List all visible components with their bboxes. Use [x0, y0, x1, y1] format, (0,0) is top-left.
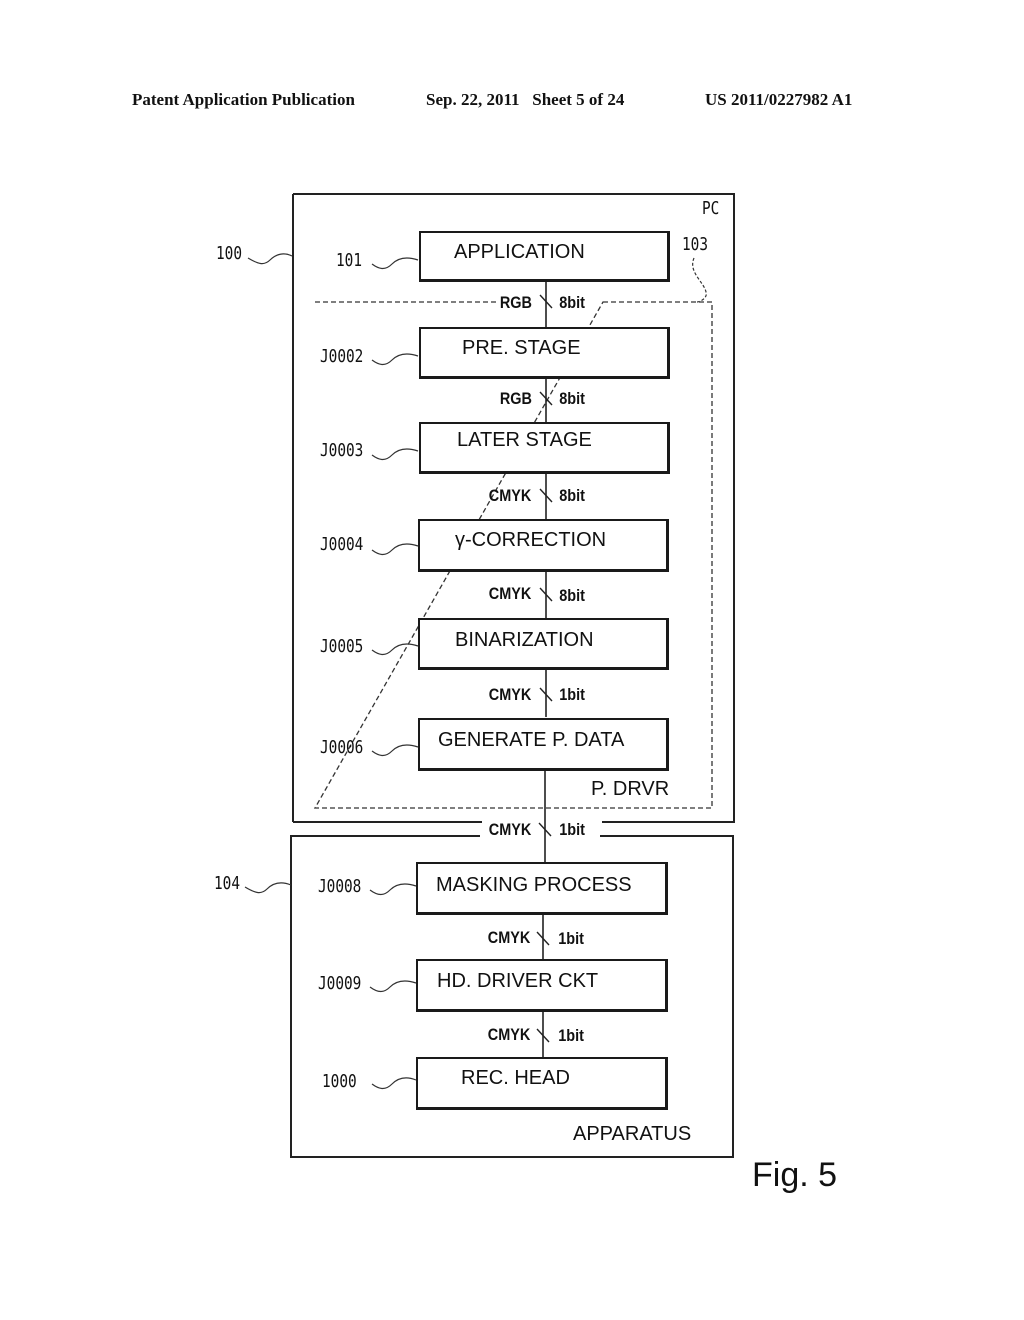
signal-format: CMYK — [488, 486, 532, 505]
signal-depth: 1bit — [559, 820, 585, 839]
signal-format: CMYK — [487, 1025, 531, 1044]
block-ref: J0003 — [320, 440, 364, 461]
group-label-pc: PC — [702, 198, 720, 219]
block-ref: J0004 — [320, 534, 364, 555]
ref-label-apparatus: 104 — [214, 873, 241, 894]
block-gamma-correction: γ-CORRECTION — [418, 519, 669, 572]
block-ref: J0002 — [320, 346, 364, 367]
block-ref: J0005 — [320, 636, 364, 657]
signal-format: CMYK — [488, 685, 532, 704]
ref-label-driver: 103 — [682, 234, 709, 255]
block-application: APPLICATION — [419, 231, 670, 282]
block-label: HD. DRIVER CKT — [437, 970, 599, 992]
signal-format: RGB — [499, 293, 532, 312]
block-label: GENERATE P. DATA — [438, 729, 625, 751]
block-head-driver-circuit: HD. DRIVER CKT — [416, 959, 668, 1012]
block-ref: 101 — [336, 250, 363, 271]
block-ref: 1000 — [322, 1071, 357, 1092]
block-ref: J0009 — [318, 973, 362, 994]
ref-103-leader — [692, 257, 707, 303]
block-label: PRE. STAGE — [462, 337, 581, 359]
signal-format: CMYK — [488, 584, 532, 603]
block-label: MASKING PROCESS — [436, 874, 632, 896]
block-later-stage: LATER STAGE — [419, 422, 670, 474]
signal-depth: 8bit — [559, 486, 585, 505]
block-pre-stage: PRE. STAGE — [419, 327, 670, 379]
signal-format: CMYK — [488, 820, 532, 839]
block-label: REC. HEAD — [461, 1067, 570, 1089]
group-label-driver: P. DRVR — [591, 778, 670, 800]
signal-depth: 8bit — [559, 389, 585, 408]
block-label: APPLICATION — [454, 241, 585, 263]
signal-depth: 8bit — [559, 293, 585, 312]
signal-format: RGB — [499, 389, 532, 408]
ref-label-pc: 100 — [216, 243, 243, 264]
block-label: LATER STAGE — [457, 429, 592, 451]
block-ref: J0006 — [320, 737, 364, 758]
block-binarization: BINARIZATION — [418, 618, 669, 670]
block-label: γ-CORRECTION — [455, 529, 607, 551]
block-masking-process: MASKING PROCESS — [416, 862, 668, 915]
figure-label: Fig. 5 — [752, 1156, 838, 1194]
block-recording-head: REC. HEAD — [416, 1057, 668, 1110]
block-ref: J0008 — [318, 876, 362, 897]
signal-depth: 1bit — [559, 685, 585, 704]
ref-leaders — [244, 253, 419, 1090]
group-label-apparatus: APPARATUS — [573, 1123, 692, 1145]
signal-depth: 1bit — [558, 929, 584, 948]
block-generate-print-data: GENERATE P. DATA — [418, 718, 669, 771]
block-label: BINARIZATION — [455, 629, 594, 651]
signal-depth: 1bit — [558, 1026, 584, 1045]
signal-depth: 8bit — [559, 586, 585, 605]
signal-format: CMYK — [487, 928, 531, 947]
